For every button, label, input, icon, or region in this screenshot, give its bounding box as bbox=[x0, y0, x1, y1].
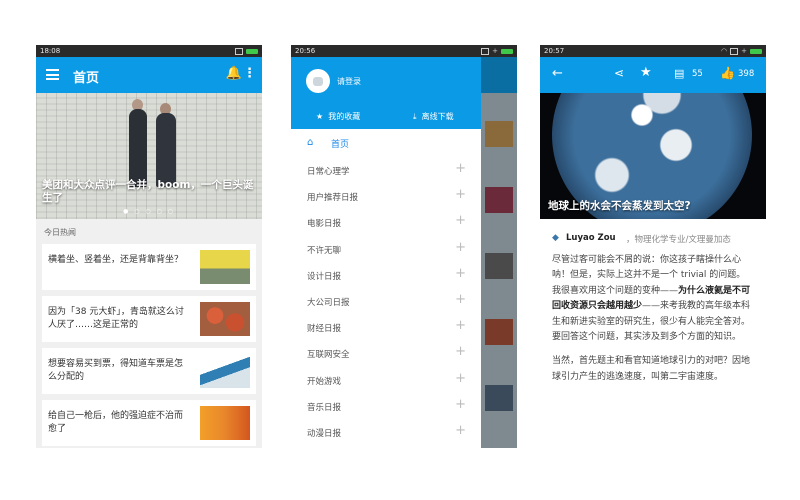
drawer-header: 请登录 ★ 我的收藏 ⤓ 离线下载 bbox=[291, 57, 481, 129]
story-card[interactable]: 想要容易买到票，得知道车票是怎么分配的 bbox=[42, 348, 256, 394]
story-thumbnail bbox=[200, 302, 250, 336]
drawer-item[interactable]: 电影日报 + bbox=[291, 209, 481, 235]
add-icon[interactable]: + bbox=[455, 423, 466, 438]
carousel-dots: ● ○ ○ ○ ○ bbox=[123, 208, 175, 215]
article-hero-image: 地球上的水会不会蒸发到太空? bbox=[540, 93, 766, 219]
login-link[interactable]: 请登录 bbox=[337, 76, 361, 87]
menu-icon[interactable] bbox=[46, 69, 59, 80]
phone-screen-drawer: 20:56 + 请登录 ★ 我的收藏 ⤓ 离线下载 ⌂ 首页 日常心理学 + 用户… bbox=[291, 45, 517, 448]
add-icon[interactable]: + bbox=[455, 213, 466, 228]
drawer-item[interactable]: 音乐日报 + bbox=[291, 393, 481, 419]
back-arrow-icon[interactable]: ← bbox=[552, 66, 563, 81]
drawer-item[interactable]: 大公司日报 + bbox=[291, 288, 481, 314]
add-icon[interactable]: + bbox=[455, 187, 466, 202]
status-bar: 18:08 bbox=[36, 45, 262, 57]
add-icon[interactable]: + bbox=[455, 266, 466, 281]
author-name[interactable]: Luyao Zou bbox=[566, 233, 616, 243]
dimmed-content[interactable] bbox=[481, 57, 517, 448]
drawer-item-home[interactable]: ⌂ 首页 bbox=[291, 129, 481, 157]
story-title: 因为「38 元大虾」，青岛就这么讨人厌了……这是正常的 bbox=[48, 307, 184, 330]
battery-icon bbox=[246, 48, 258, 54]
add-icon[interactable]: + bbox=[455, 292, 466, 307]
story-card[interactable]: 给自己一枪后，他的强迫症不治而愈了 bbox=[42, 400, 256, 446]
drawer-item[interactable]: 开始游戏 + bbox=[291, 367, 481, 393]
drawer-item[interactable]: 不许无聊 + bbox=[291, 236, 481, 262]
python-icon: ◆ bbox=[552, 233, 559, 243]
phone-screen-article: 20:57 ◠ + ← ⋖ ★ ▤ 55 👍 398 地球上的水会不会蒸发到太空?… bbox=[540, 45, 766, 448]
story-card[interactable]: 因为「38 元大虾」，青岛就这么讨人厌了……这是正常的 bbox=[42, 296, 256, 342]
offline-download-button[interactable]: ⤓ 离线下载 bbox=[413, 111, 454, 122]
add-icon[interactable]: + bbox=[455, 318, 466, 333]
status-bar: 20:56 + bbox=[291, 45, 517, 57]
sim-icon bbox=[730, 47, 739, 55]
story-thumbnail bbox=[200, 406, 250, 440]
add-icon[interactable]: + bbox=[455, 344, 466, 359]
share-icon[interactable]: ⋖ bbox=[614, 66, 624, 80]
download-icon: ⤓ bbox=[413, 112, 417, 121]
like-count: 398 bbox=[738, 69, 755, 79]
thumbs-up-icon[interactable]: 👍 bbox=[720, 66, 735, 80]
add-icon[interactable]: + bbox=[455, 161, 466, 176]
paragraph: 尽管过客可能会不屑的说：你这孩子瞎操什么心呐！但是，实际上这并不是一个 triv… bbox=[552, 255, 751, 343]
comment-count: 55 bbox=[692, 69, 703, 79]
page-title: 首页 bbox=[73, 71, 100, 86]
app-bar: 首页 🔔 ⋮ bbox=[36, 57, 262, 93]
drawer-item[interactable]: 设计日报 + bbox=[291, 262, 481, 288]
avatar[interactable] bbox=[306, 69, 330, 93]
story-title: 横着坐、竖着坐，还是背靠背坐？ bbox=[48, 255, 184, 265]
section-header: 今日热闻 bbox=[44, 228, 76, 237]
star-icon: ★ bbox=[316, 112, 324, 121]
article-body: 尽管过客可能会不屑的说：你这孩子瞎操什么心呐！但是，实际上这并不是一个 triv… bbox=[540, 251, 766, 385]
story-title: 想要容易买到票，得知道车票是怎么分配的 bbox=[48, 359, 184, 382]
drawer-item[interactable]: 用户推荐日报 + bbox=[291, 183, 481, 209]
battery-icon bbox=[750, 48, 762, 54]
bell-icon[interactable]: 🔔 bbox=[226, 66, 242, 81]
phone-screen-home: 18:08 首页 🔔 ⋮ 美团和大众点评一合并，boom，一个巨头诞生了 ● ○… bbox=[36, 45, 262, 448]
story-thumbnail bbox=[200, 250, 250, 284]
author-bio: ，物理化学专业/文理曼加态 bbox=[626, 235, 731, 245]
more-icon[interactable]: ⋮ bbox=[243, 66, 256, 81]
hero-caption: 美团和大众点评一合并，boom，一个巨头诞生了 bbox=[42, 179, 254, 204]
add-icon[interactable]: + bbox=[455, 371, 466, 386]
hero-banner[interactable]: 美团和大众点评一合并，boom，一个巨头诞生了 ● ○ ○ ○ ○ bbox=[36, 93, 262, 219]
nav-drawer: 请登录 ★ 我的收藏 ⤓ 离线下载 ⌂ 首页 日常心理学 + 用户推荐日报 + 电影… bbox=[291, 57, 481, 448]
favorites-button[interactable]: ★ 我的收藏 bbox=[316, 111, 360, 122]
drawer-item[interactable]: 日常心理学 + bbox=[291, 157, 481, 183]
home-icon: ⌂ bbox=[307, 137, 314, 148]
add-icon[interactable]: + bbox=[455, 397, 466, 412]
status-time: 20:57 bbox=[544, 47, 565, 55]
wifi-icon: ◠ bbox=[721, 47, 728, 55]
article-title: 地球上的水会不会蒸发到太空? bbox=[548, 200, 691, 212]
story-card[interactable]: 横着坐、竖着坐，还是背靠背坐？ bbox=[42, 244, 256, 290]
battery-icon bbox=[501, 48, 513, 54]
sim-icon bbox=[481, 47, 490, 55]
status-time: 18:08 bbox=[40, 47, 61, 55]
story-thumbnail bbox=[200, 354, 250, 388]
status-bar: 20:57 ◠ + bbox=[540, 45, 766, 57]
drawer-item[interactable]: 财经日报 + bbox=[291, 314, 481, 340]
status-time: 20:56 bbox=[295, 47, 316, 55]
paragraph: 当然，首先题主和看官知道地球引力的对吧？因地球引力产生的逃逸速度，叫第二宇宙速度… bbox=[552, 356, 751, 382]
author-line: ◆ Luyao Zou ，物理化学专业/文理曼加态 bbox=[540, 229, 766, 251]
sim-icon bbox=[235, 47, 243, 55]
story-title: 给自己一枪后，他的强迫症不治而愈了 bbox=[48, 411, 184, 434]
comment-icon[interactable]: ▤ bbox=[674, 67, 684, 80]
article-toolbar: ← ⋖ ★ ▤ 55 👍 398 bbox=[540, 57, 766, 93]
star-icon[interactable]: ★ bbox=[640, 65, 652, 80]
drawer-item[interactable]: 动漫日报 + bbox=[291, 419, 481, 445]
add-icon[interactable]: + bbox=[455, 240, 466, 255]
drawer-item[interactable]: 互联网安全 + bbox=[291, 340, 481, 366]
